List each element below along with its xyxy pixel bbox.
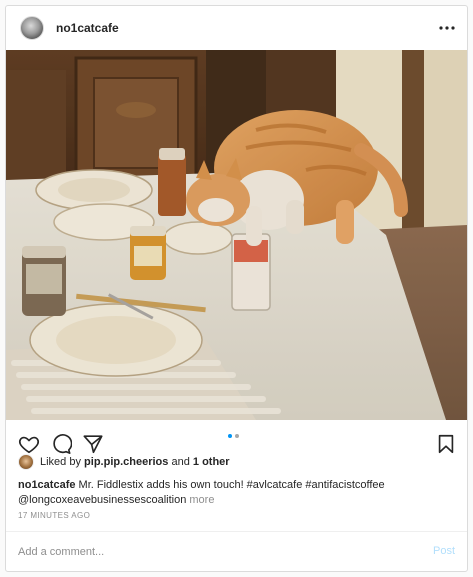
bookmark-icon: [438, 434, 454, 454]
more-options-button[interactable]: [437, 18, 457, 38]
likes-others-link[interactable]: 1 other: [193, 456, 230, 468]
comment-button[interactable]: [50, 433, 73, 455]
save-button[interactable]: [435, 433, 457, 455]
more-horizontal-icon: [439, 26, 455, 30]
post-caption: no1catcafe Mr. Fiddlestix adds his own t…: [18, 478, 458, 508]
caption-username[interactable]: no1catcafe: [18, 479, 75, 491]
heart-icon: [18, 436, 40, 454]
liker-avatar[interactable]: [18, 454, 34, 470]
carousel-indicator: [228, 434, 239, 438]
share-button[interactable]: [82, 433, 104, 455]
like-button[interactable]: [18, 433, 40, 455]
liker-username[interactable]: pip.pip.cheerios: [84, 456, 168, 468]
paper-plane-icon: [83, 435, 103, 454]
comment-input[interactable]: [16, 540, 400, 564]
caption-text: Mr. Fiddlestix adds his own touch! #avlc…: [78, 479, 385, 491]
post-username[interactable]: no1catcafe: [56, 21, 119, 35]
caption-more-link[interactable]: more: [189, 494, 214, 506]
carousel-dot: [235, 434, 239, 438]
comment-bar: Post: [6, 531, 467, 571]
likes-connector: and: [171, 456, 190, 468]
comment-icon: [53, 434, 73, 454]
post-card: no1catcafe Liked by pip.pip.cheerios and…: [5, 5, 468, 572]
post-photo[interactable]: [6, 50, 467, 420]
likes-prefix: Liked by: [40, 456, 81, 468]
post-header: no1catcafe: [6, 6, 467, 50]
profile-avatar[interactable]: [20, 16, 44, 40]
likes-summary: Liked by pip.pip.cheerios and 1 other: [18, 454, 230, 470]
caption-mention[interactable]: @longcoxeavebusinessescoalition: [18, 494, 186, 506]
carousel-dot-active: [228, 434, 232, 438]
post-timestamp[interactable]: 17 MINUTES AGO: [18, 511, 90, 520]
post-photo-image: [6, 50, 467, 420]
post-comment-button[interactable]: Post: [433, 545, 455, 557]
